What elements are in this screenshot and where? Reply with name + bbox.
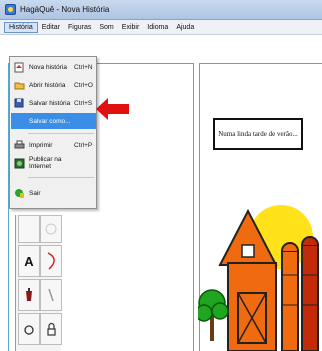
- menu-item-label: Abrir história: [29, 81, 66, 89]
- lock-tool[interactable]: [40, 313, 62, 345]
- menu-editar[interactable]: Editar: [38, 23, 64, 32]
- menu-som[interactable]: Som: [95, 23, 117, 32]
- menu-item-open-story[interactable]: Abrir história Ctrl+O: [11, 77, 96, 93]
- zoom-tool[interactable]: [18, 313, 40, 345]
- save-story-icon: [13, 97, 25, 109]
- menu-item-shortcut: Ctrl+N: [74, 63, 93, 71]
- silo-right: [301, 244, 319, 351]
- menu-item-label: Publicar na Internet: [29, 156, 62, 170]
- curve-tool-icon: [47, 252, 55, 270]
- pencil-icon: [48, 288, 54, 302]
- tool-circle[interactable]: [40, 215, 62, 243]
- menu-figuras[interactable]: Figuras: [64, 23, 95, 32]
- menu-item-shortcut: Ctrl+S: [74, 99, 93, 107]
- menu-separator: [28, 177, 94, 178]
- red-arrow-icon: [96, 98, 129, 120]
- text-tool[interactable]: A: [18, 245, 40, 277]
- menu-item-label: Salvar como...: [29, 117, 71, 125]
- open-story-icon: [13, 79, 25, 91]
- menu-historia[interactable]: História: [4, 21, 38, 33]
- tool-palette: A: [15, 215, 62, 351]
- text-tool-icon: A: [24, 253, 34, 269]
- exit-icon: [13, 187, 25, 199]
- menu-item-publish[interactable]: Publicar na Internet: [11, 155, 96, 171]
- menu-item-save-story[interactable]: Salvar história Ctrl+S: [11, 95, 96, 111]
- speech-textbox[interactable]: Numa linda tarde de verão...: [213, 118, 303, 150]
- print-icon: [13, 139, 25, 151]
- menu-item-label: Imprimir: [29, 141, 53, 149]
- silo-left: [281, 250, 299, 351]
- barn-window: [241, 244, 255, 258]
- tool-blank[interactable]: [18, 215, 40, 243]
- farm-illustration[interactable]: [198, 195, 322, 351]
- menu-item-shortcut: Ctrl+P: [74, 141, 93, 149]
- title-bar: HagáQuê - Nova História: [0, 0, 322, 20]
- app-icon: [5, 4, 16, 15]
- window-title: HagáQuê - Nova História: [20, 5, 110, 14]
- menu-exibir[interactable]: Exibir: [118, 23, 144, 32]
- menu-item-label: Sair: [29, 189, 41, 197]
- menu-item-label: Salvar história: [29, 99, 71, 107]
- circle-tool-icon: [45, 223, 57, 235]
- menu-idioma[interactable]: Idioma: [143, 23, 172, 32]
- menu-ajuda[interactable]: Ajuda: [172, 23, 198, 32]
- new-story-icon: [13, 61, 25, 73]
- menu-bar: História Editar Figuras Som Exibir Idiom…: [0, 20, 322, 35]
- menu-item-save-as[interactable]: Salvar como...: [11, 113, 96, 129]
- menu-item-shortcut: Ctrl+O: [74, 81, 93, 89]
- publish-icon: [13, 157, 25, 169]
- menu-item-print[interactable]: Imprimir Ctrl+P: [11, 137, 96, 153]
- lock-icon: [47, 322, 56, 336]
- curve-tool[interactable]: [40, 245, 62, 277]
- menu-item-exit[interactable]: Sair: [11, 185, 96, 201]
- paint-bucket-icon: [26, 288, 32, 301]
- historia-menu-dropdown: Nova história Ctrl+N Abrir história Ctrl…: [9, 56, 97, 209]
- zoom-icon: [24, 325, 34, 335]
- menu-separator: [28, 133, 94, 134]
- menu-item-new-story[interactable]: Nova história Ctrl+N: [11, 59, 96, 75]
- menu-item-label: Nova história: [29, 63, 67, 71]
- paint-bucket-tool[interactable]: [18, 279, 40, 311]
- pencil-tool[interactable]: [40, 279, 62, 311]
